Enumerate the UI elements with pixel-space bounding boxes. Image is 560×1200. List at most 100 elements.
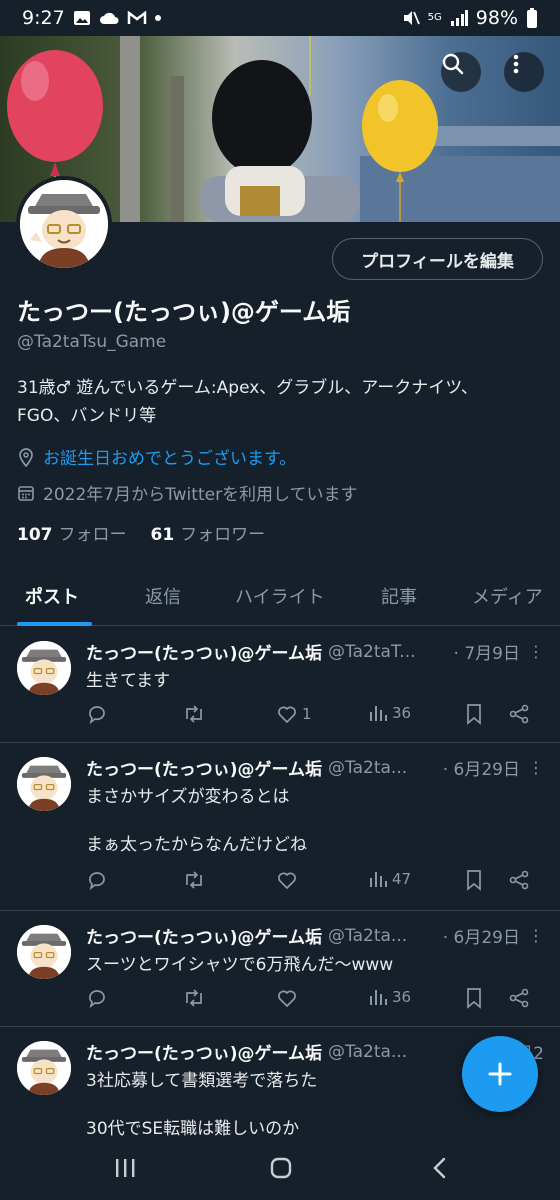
tweet-author-name[interactable]: たっつー(たっつぃ)@ゲーム垢 xyxy=(86,639,322,664)
back-button[interactable] xyxy=(430,1156,450,1184)
tweet-date: · 7月9日 xyxy=(453,644,520,664)
tweet-text: まさかサイズが変わるとは まぁ太ったからなんだけどね xyxy=(86,787,307,855)
more-vertical-icon xyxy=(513,54,519,74)
following-count: 107 xyxy=(17,525,53,545)
retweet-icon xyxy=(186,989,202,1007)
share-button[interactable] xyxy=(508,987,530,1009)
tweet-avatar[interactable] xyxy=(17,641,71,695)
tab-replies[interactable]: 返信 xyxy=(145,566,181,626)
heart-icon xyxy=(278,872,296,890)
more-horizontal-icon[interactable]: ⋮ xyxy=(528,758,544,777)
heart-icon xyxy=(278,990,296,1008)
tweet-author-name[interactable]: たっつー(たっつぃ)@ゲーム垢 xyxy=(86,923,322,948)
share-button[interactable] xyxy=(508,869,530,891)
views-button[interactable]: 47 xyxy=(368,869,411,889)
view-count: 36 xyxy=(392,988,412,1006)
status-bar: 9:27 5G 98% xyxy=(0,0,560,36)
search-icon xyxy=(442,53,464,75)
views-button[interactable]: 36 xyxy=(368,987,411,1007)
calendar-icon xyxy=(18,485,34,501)
profile-avatar[interactable] xyxy=(16,176,112,272)
joined-row: 2022年7月からTwitterを利用しています xyxy=(17,480,358,505)
birthday-row: お誕生日おめでとうございます。 xyxy=(17,444,296,469)
edit-profile-button[interactable]: プロフィールを編集 xyxy=(332,238,543,280)
tweet-author-name[interactable]: たっつー(たっつぃ)@ゲーム垢 xyxy=(86,1039,322,1064)
tweet-avatar[interactable] xyxy=(17,1041,71,1095)
following-label: フォロー xyxy=(58,525,127,545)
reply-icon xyxy=(89,706,105,725)
retweet-button[interactable] xyxy=(182,987,206,1009)
bookmark-button[interactable] xyxy=(464,869,484,891)
tab-media[interactable]: メディア xyxy=(472,566,543,626)
tweet-text: スーツとワイシャツで6万飛んだ〜www xyxy=(86,955,394,975)
joined-text: 2022年7月からTwitterを利用しています xyxy=(43,485,358,505)
tweet-avatar[interactable] xyxy=(17,757,71,811)
tweet-author-name[interactable]: たっつー(たっつぃ)@ゲーム垢 xyxy=(86,755,322,780)
tweet-author-handle: @Ta2ta... xyxy=(328,925,408,946)
avatar-illustration xyxy=(17,1041,71,1095)
tab-articles[interactable]: 記事 xyxy=(381,566,417,626)
bio-line: 31歳♂ 遊んでいるゲーム:Apex、グラブル、アークナイツ、 xyxy=(17,378,478,398)
tab-posts[interactable]: ポスト xyxy=(25,566,79,626)
more-horizontal-icon[interactable]: ⋮ xyxy=(528,926,544,945)
tweet-item[interactable]: たっつー(たっつぃ)@ゲーム垢 @Ta2ta... · 6月29日 ⋮ まさかサ… xyxy=(0,743,560,911)
tweet-header: たっつー(たっつぃ)@ゲーム垢 @Ta2ta... · 6月29日 ⋮ xyxy=(86,923,544,949)
followers-link[interactable]: 61 フォロワー xyxy=(151,520,266,545)
tweet-actions: 1 36 xyxy=(86,703,536,731)
battery-icon xyxy=(527,8,537,28)
avatar-illustration xyxy=(17,641,71,695)
retweet-button[interactable] xyxy=(182,703,206,725)
bookmark-button[interactable] xyxy=(464,703,484,725)
search-button[interactable] xyxy=(441,52,481,92)
more-options-button[interactable] xyxy=(504,52,544,92)
tweet-item[interactable]: たっつー(たっつぃ)@ゲーム垢 @Ta2taT... · 7月9日 ⋮ 生きてま… xyxy=(0,627,560,743)
following-link[interactable]: 107 フォロー xyxy=(17,520,127,545)
tweet-author-handle: @Ta2ta... xyxy=(328,757,408,778)
more-horizontal-icon[interactable]: ⋮ xyxy=(528,642,544,661)
compose-button[interactable] xyxy=(462,1036,538,1112)
signal-icon xyxy=(450,10,468,26)
recent-apps-button[interactable] xyxy=(114,1156,136,1184)
tweet-date: · 6月29日 xyxy=(442,760,520,780)
view-count: 47 xyxy=(392,870,412,888)
tweet-author-handle: @Ta2taT... xyxy=(328,641,416,662)
like-button[interactable] xyxy=(276,869,302,891)
share-icon xyxy=(509,704,529,724)
view-count: 36 xyxy=(392,704,412,722)
tweet-item[interactable]: たっつー(たっつぃ)@ゲーム垢 @Ta2ta... · 6月29日 ⋮ スーツと… xyxy=(0,911,560,1027)
tweet-actions: 47 xyxy=(86,869,536,897)
plus-icon xyxy=(488,1062,512,1086)
system-nav-bar xyxy=(0,1140,560,1200)
bookmark-button[interactable] xyxy=(464,987,484,1009)
like-button[interactable] xyxy=(276,987,302,1009)
avatar-illustration xyxy=(20,180,108,268)
tweet-date: · 6月29日 xyxy=(442,928,520,948)
reply-button[interactable] xyxy=(86,703,108,725)
followers-label: フォロワー xyxy=(180,525,266,545)
dot-icon xyxy=(154,15,161,21)
heart-icon xyxy=(278,706,296,724)
bookmark-icon xyxy=(467,870,481,891)
profile-display-name: たっつー(たっつぃ)@ゲーム垢 xyxy=(17,298,351,326)
bookmark-icon xyxy=(467,988,481,1009)
birthday-text[interactable]: お誕生日おめでとうございます。 xyxy=(43,444,296,469)
share-button[interactable] xyxy=(508,703,530,725)
views-icon xyxy=(370,706,387,721)
reply-icon xyxy=(89,872,105,891)
active-tab-indicator xyxy=(17,622,92,626)
home-button[interactable] xyxy=(269,1156,293,1184)
tweet-avatar[interactable] xyxy=(17,925,71,979)
views-icon xyxy=(370,872,387,887)
battery-text: 98% xyxy=(475,7,518,29)
image-icon xyxy=(73,11,90,25)
avatar-illustration xyxy=(17,757,71,811)
followers-count: 61 xyxy=(150,525,175,545)
like-button[interactable]: 1 xyxy=(276,703,312,725)
back-icon xyxy=(433,1157,446,1179)
tab-highlights[interactable]: ハイライト xyxy=(235,566,325,626)
reply-button[interactable] xyxy=(86,869,108,891)
views-button[interactable]: 36 xyxy=(368,703,411,723)
reply-button[interactable] xyxy=(86,987,108,1009)
retweet-button[interactable] xyxy=(182,869,206,891)
tweet-actions: 36 xyxy=(86,987,536,1015)
